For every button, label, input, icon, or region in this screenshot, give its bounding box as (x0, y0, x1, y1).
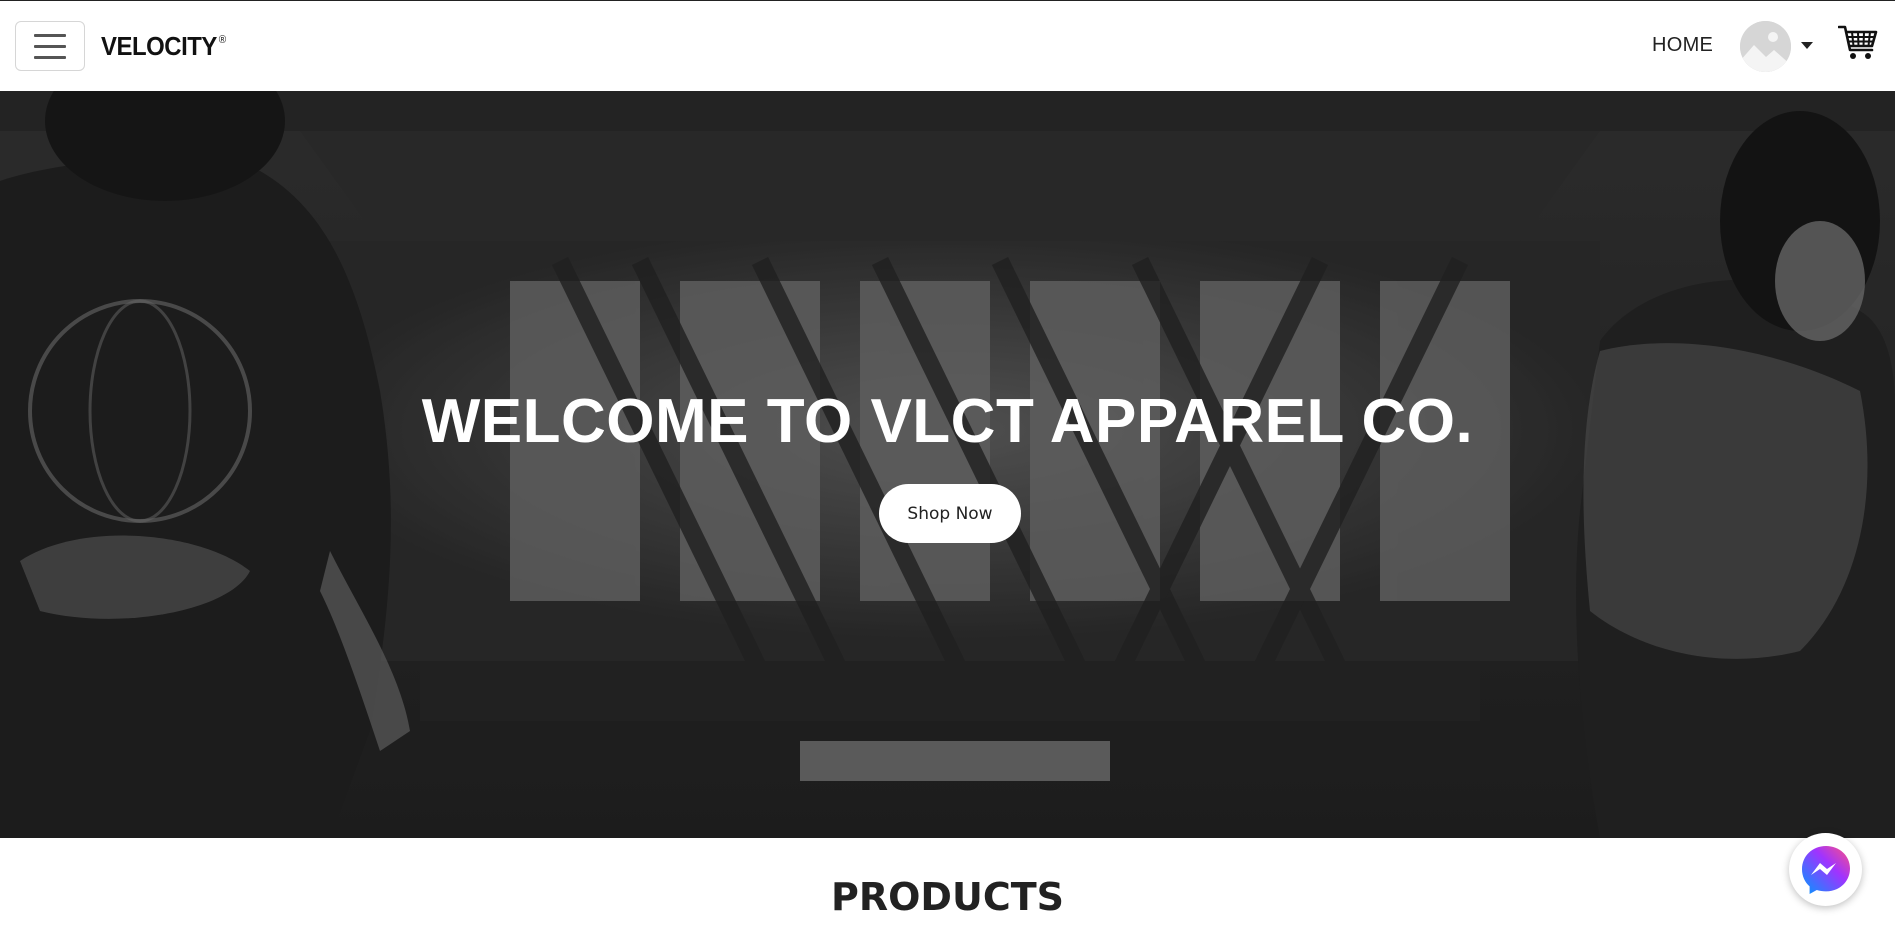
hero-banner: WELCOME TO VLCT APPAREL CO. Shop Now (0, 91, 1895, 838)
hero-background-image (0, 91, 1895, 838)
brand-logo-link[interactable]: VELOCITY ® (101, 31, 226, 62)
menu-toggle-button[interactable] (15, 21, 85, 71)
shop-now-button[interactable]: Shop Now (879, 484, 1021, 543)
user-avatar[interactable] (1740, 21, 1791, 72)
navbar: VELOCITY ® HOME (0, 1, 1895, 91)
hamburger-icon (34, 33, 66, 37)
caret-down-icon[interactable] (1801, 42, 1813, 49)
products-heading: PRODUCTS (831, 875, 1064, 919)
hamburger-icon-line (34, 44, 66, 48)
messenger-icon (1801, 845, 1850, 894)
registered-mark: ® (218, 34, 226, 47)
nav-link-home[interactable]: HOME (1652, 34, 1713, 57)
brand-name: VELOCITY (101, 31, 217, 61)
user-avatar-placeholder-icon (1740, 21, 1791, 72)
hamburger-icon-line (34, 55, 66, 59)
hero-title: WELCOME TO VLCT APPAREL CO. (421, 387, 1474, 456)
shopping-cart-icon[interactable] (1837, 24, 1878, 62)
messenger-chat-button[interactable] (1789, 833, 1862, 906)
